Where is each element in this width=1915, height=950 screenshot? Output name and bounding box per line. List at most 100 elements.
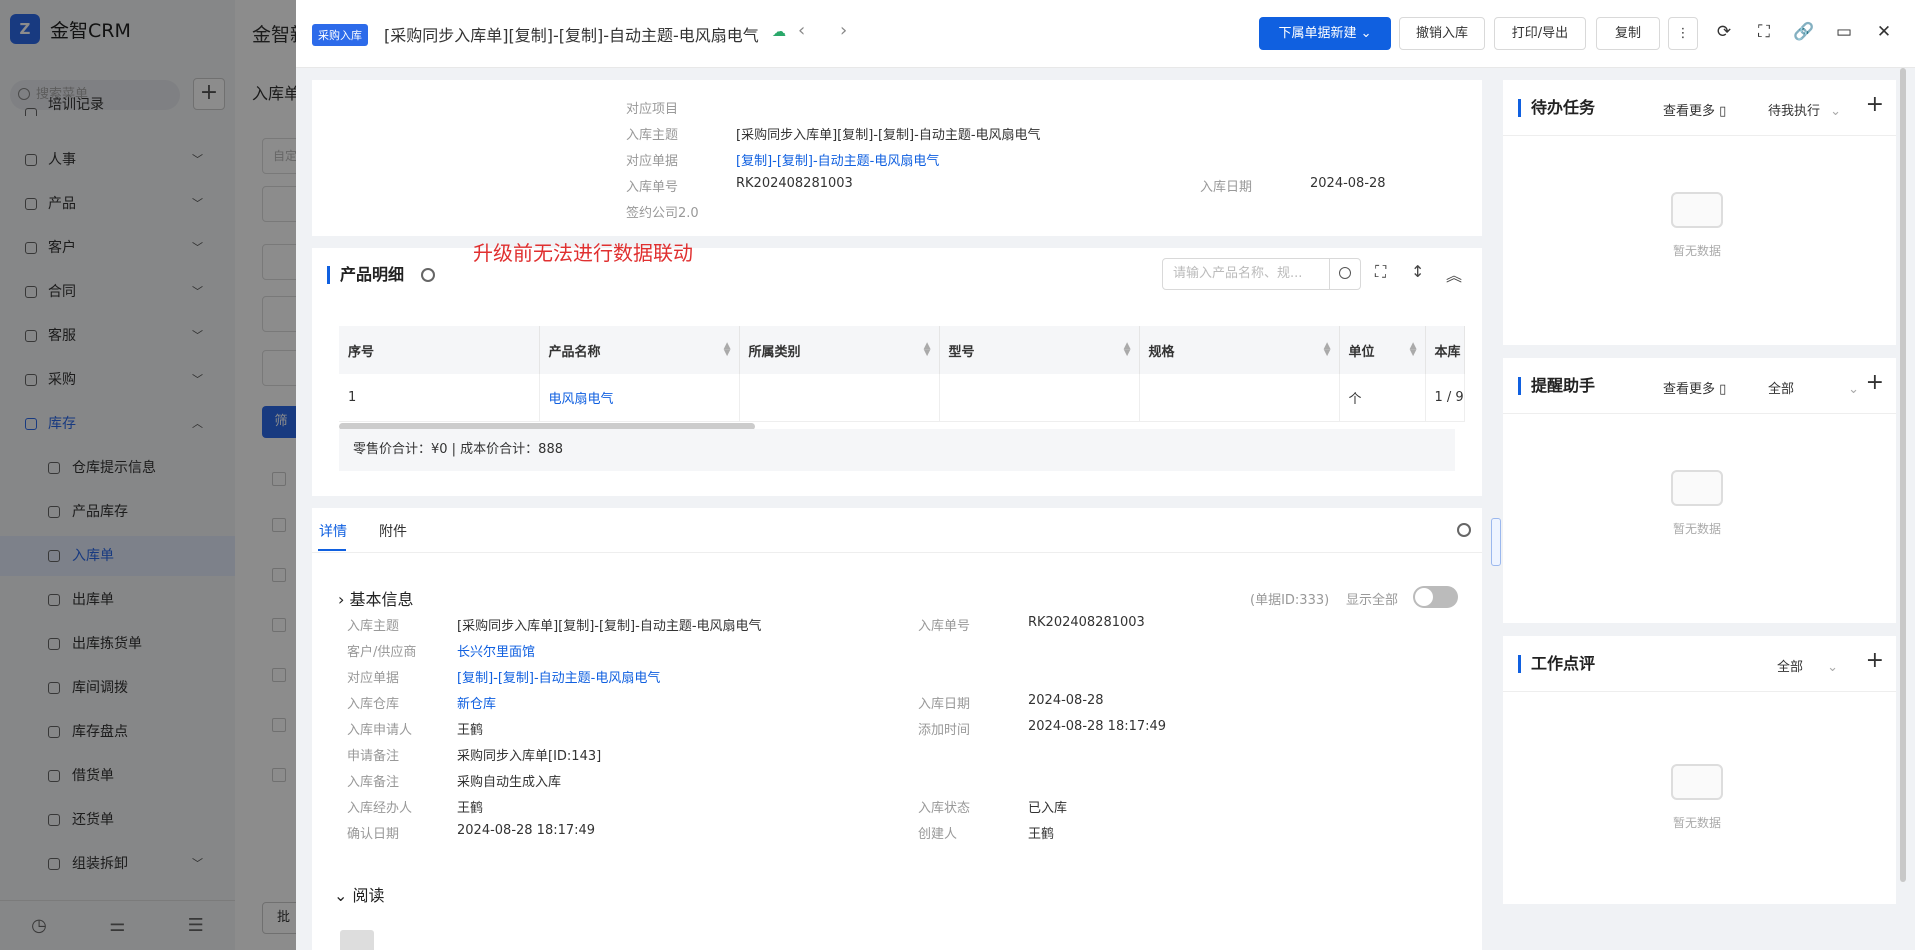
drawer-title: [采购同步入库单][复制]-[复制]-自动主题-电风扇电气: [384, 26, 759, 45]
reference-link[interactable]: [复制]-[复制]-自动主题-电风扇电气: [736, 150, 939, 169]
info-value: 2024-08-28 18:17:49: [1028, 719, 1167, 734]
revoke-stock-in-button[interactable]: 撤销入库: [1399, 17, 1485, 50]
cell-model: [939, 374, 1140, 422]
prev-record-icon[interactable]: ‹: [798, 20, 805, 41]
product-search-input[interactable]: 请输入产品名称、规...: [1162, 258, 1330, 290]
annotation-text: 升级前无法进行数据联动: [473, 241, 693, 265]
column-header[interactable]: 型号 ▲ ▼: [939, 326, 1140, 374]
next-record-icon[interactable]: ›: [840, 20, 847, 41]
collapse-up-icon[interactable]: ︽: [1446, 262, 1462, 286]
cloud-sync-icon: ☁: [772, 24, 786, 40]
info-value[interactable]: 长兴尔里面馆: [457, 641, 535, 660]
copy-button[interactable]: 复制: [1596, 17, 1660, 50]
avatar[interactable]: [340, 930, 374, 950]
more-actions-icon[interactable]: ⋮: [1668, 17, 1698, 50]
read-section-header[interactable]: ⌄ 阅读: [334, 882, 385, 906]
column-header[interactable]: 本库: [1425, 326, 1465, 374]
todo-header: 待办任务 查看更多 ▯ 待我执行 ⌄ +: [1503, 80, 1896, 136]
chevron-down-icon: ⌄: [1360, 26, 1372, 41]
products-title: 产品明细: [327, 266, 404, 284]
reminder-more-link[interactable]: 查看更多 ▯: [1663, 378, 1726, 397]
info-value: 王鹤: [1028, 827, 1055, 842]
fullscreen-icon[interactable]: ⛶: [1375, 262, 1386, 282]
column-header[interactable]: 规格 ▲ ▼: [1139, 326, 1340, 374]
divider: [312, 552, 1482, 553]
reminder-header: 提醒助手 查看更多 ▯ 全部 ⌄ +: [1503, 358, 1896, 414]
sort-icon[interactable]: ▲ ▼: [1124, 342, 1131, 358]
refresh-icon[interactable]: ⟳: [1713, 22, 1735, 42]
info-value: 已入库: [1028, 801, 1068, 816]
new-sub-document-button[interactable]: 下属单据新建 ⌄: [1259, 17, 1391, 50]
fullscreen-icon[interactable]: ⛶: [1753, 22, 1775, 42]
info-value[interactable]: 新仓库: [457, 693, 496, 712]
empty-box-icon: [1671, 470, 1723, 506]
column-header[interactable]: 产品名称 ▲ ▼: [539, 326, 740, 374]
info-value: 采购同步入库单[ID:143]: [457, 749, 602, 764]
sort-icon[interactable]: ▲ ▼: [724, 342, 731, 358]
review-card: 工作点评 全部 ⌄ + 暂无数据: [1503, 636, 1896, 904]
add-todo-icon[interactable]: +: [1866, 92, 1884, 117]
drawer-header: 采购入库 [采购同步入库单][复制]-[复制]-自动主题-电风扇电气 ☁ ‹ ›…: [296, 0, 1915, 68]
chevron-down-icon: ⌄: [334, 886, 353, 905]
show-all-toggle[interactable]: [1413, 586, 1458, 608]
window-mode-icon[interactable]: ▭: [1833, 22, 1855, 42]
reminder-filter-select[interactable]: 全部 ⌄: [1768, 378, 1859, 397]
todo-card: 待办任务 查看更多 ▯ 待我执行 ⌄ + 暂无数据: [1503, 80, 1896, 345]
column-header[interactable]: 单位 ▲ ▼: [1339, 326, 1426, 374]
book-icon: ▯: [1719, 382, 1727, 397]
cell-no: 1: [339, 374, 540, 422]
book-icon: ▯: [1719, 104, 1727, 119]
chevron-down-icon: ⌄: [1827, 660, 1839, 675]
cell-category: [739, 374, 940, 422]
sort-icon[interactable]: ▲ ▼: [1410, 342, 1417, 358]
chevron-right-icon: ›: [338, 590, 350, 609]
review-header: 工作点评 全部 ⌄ +: [1503, 636, 1896, 692]
info-value: 王鹤: [457, 723, 484, 738]
sort-icon[interactable]: ▲ ▼: [924, 342, 931, 358]
chevron-down-icon: ⌄: [1848, 382, 1860, 397]
link-icon[interactable]: 🔗: [1793, 22, 1815, 42]
search-icon[interactable]: [1329, 258, 1361, 290]
todo-filter-select[interactable]: 待我执行 ⌄: [1768, 100, 1841, 119]
reminder-empty-text: 暂无数据: [1673, 522, 1722, 536]
close-icon[interactable]: ✕: [1873, 22, 1895, 42]
sort-icon[interactable]: ▲ ▼: [1324, 342, 1331, 358]
active-tab-indicator: [318, 549, 346, 551]
cell-name[interactable]: 电风扇电气: [539, 374, 740, 422]
reminder-title: 提醒助手: [1518, 377, 1595, 395]
basic-info-header[interactable]: › 基本信息: [338, 586, 414, 610]
gear-icon[interactable]: [421, 268, 435, 282]
cell-stock: 1 / 9: [1425, 374, 1465, 422]
panel-collapse-handle[interactable]: [1491, 518, 1501, 566]
todo-more-link[interactable]: 查看更多 ▯: [1663, 100, 1726, 119]
products-table: 序号 产品名称 ▲ ▼ 所属类别 ▲ ▼ 型号 ▲ ▼ 规格 ▲ ▼ 单位 ▲ ▼ 本库 1 电风扇电…: [339, 326, 1465, 422]
tab-attachments[interactable]: 附件: [379, 521, 407, 541]
chevron-down-icon: ⌄: [1830, 104, 1842, 119]
review-filter-select[interactable]: 全部 ⌄: [1777, 656, 1838, 675]
todo-title: 待办任务: [1518, 99, 1595, 117]
info-value: RK202408281003: [1028, 615, 1145, 630]
column-header[interactable]: 序号: [339, 326, 540, 374]
empty-box-icon: [1671, 192, 1723, 228]
review-empty-text: 暂无数据: [1673, 816, 1722, 830]
type-badge: 采购入库: [312, 24, 368, 46]
document-id: (单据ID:333): [1250, 593, 1330, 608]
cell-unit: 个: [1339, 374, 1426, 422]
vertical-scrollbar[interactable]: [1900, 68, 1906, 882]
column-header[interactable]: 所属类别 ▲ ▼: [739, 326, 940, 374]
add-reminder-icon[interactable]: +: [1866, 370, 1884, 395]
detail-card: [312, 508, 1482, 950]
add-review-icon[interactable]: +: [1866, 648, 1884, 673]
info-value: [采购同步入库单][复制]-[复制]-自动主题-电风扇电气: [457, 619, 762, 634]
table-row[interactable]: 1 电风扇电气 个 1 / 9: [339, 374, 1465, 422]
info-value: 2024-08-28: [1028, 693, 1104, 708]
gear-icon[interactable]: [1457, 523, 1471, 537]
empty-box-icon: [1671, 764, 1723, 800]
row-height-icon[interactable]: ↕: [1411, 262, 1424, 281]
todo-empty-text: 暂无数据: [1673, 244, 1722, 258]
tab-details[interactable]: 详情: [319, 521, 347, 541]
reminder-card: 提醒助手 查看更多 ▯ 全部 ⌄ + 暂无数据: [1503, 358, 1896, 623]
info-value[interactable]: [复制]-[复制]-自动主题-电风扇电气: [457, 667, 660, 686]
table-header-row: 序号 产品名称 ▲ ▼ 所属类别 ▲ ▼ 型号 ▲ ▼ 规格 ▲ ▼ 单位 ▲ ▼ 本库: [339, 326, 1465, 374]
print-export-button[interactable]: 打印/导出: [1494, 17, 1586, 50]
